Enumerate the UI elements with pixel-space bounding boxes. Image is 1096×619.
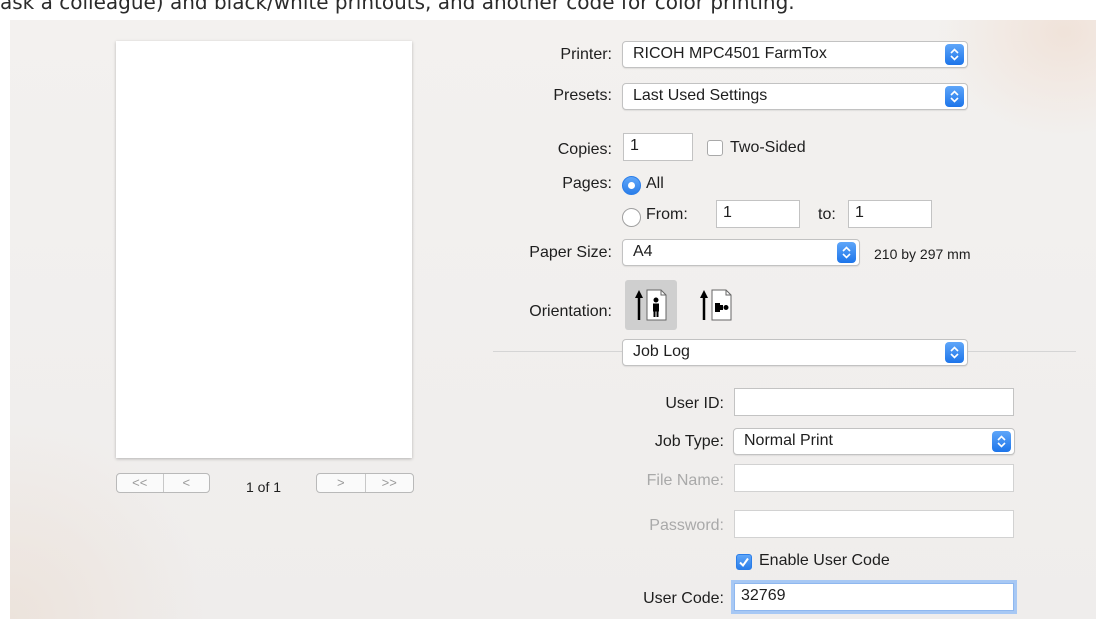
file-name-label: File Name:: [646, 472, 724, 489]
paper-size-select[interactable]: A4: [622, 239, 860, 266]
checkmark-icon: [739, 557, 749, 568]
enable-user-code-label: Enable User Code: [759, 552, 890, 569]
document-caption-text: ask a colleague) and black/white printou…: [0, 0, 795, 14]
chevron-updown-icon: [837, 242, 856, 263]
preview-back-buttons: << <: [116, 473, 210, 493]
paper-dimensions: 210 by 297 mm: [874, 246, 971, 262]
presets-value: Last Used Settings: [633, 87, 768, 104]
paper-size-value: A4: [633, 243, 653, 260]
printer-label: Printer:: [560, 46, 612, 63]
job-type-label: Job Type:: [654, 433, 724, 450]
print-dialog: << < 1 of 1 > >> Printer: RICOH MPC4501 …: [10, 20, 1096, 619]
landscape-orientation-icon: [700, 289, 732, 321]
pages-all-radio[interactable]: [622, 176, 641, 195]
pages-to-value: 1: [855, 204, 864, 221]
previous-page-button[interactable]: <: [162, 474, 210, 492]
preview-forward-buttons: > >>: [316, 473, 414, 493]
user-code-label: User Code:: [643, 590, 724, 607]
chevron-updown-icon: [992, 431, 1011, 452]
section-value: Job Log: [633, 343, 690, 360]
two-sided-checkbox[interactable]: [707, 140, 723, 156]
pages-to-field[interactable]: 1: [848, 200, 932, 228]
next-page-button[interactable]: >: [317, 474, 365, 492]
landscape-orientation-button[interactable]: [690, 280, 742, 330]
pages-label: Pages:: [562, 175, 612, 192]
presets-select[interactable]: Last Used Settings: [622, 83, 968, 110]
page-preview: [116, 41, 412, 458]
copies-label: Copies:: [557, 141, 612, 158]
copies-field[interactable]: 1: [623, 133, 693, 161]
first-page-button[interactable]: <<: [117, 474, 163, 492]
enable-user-code-checkbox[interactable]: [736, 554, 752, 570]
user-id-field[interactable]: [734, 388, 1014, 416]
portrait-orientation-button[interactable]: [625, 280, 677, 330]
printer-value: RICOH MPC4501 FarmTox: [633, 45, 827, 62]
user-code-value: 32769: [741, 587, 786, 604]
job-type-value: Normal Print: [744, 432, 833, 449]
chevron-updown-icon: [945, 44, 964, 65]
two-sided-label: Two-Sided: [730, 139, 806, 156]
job-type-select[interactable]: Normal Print: [733, 428, 1015, 455]
password-field[interactable]: [734, 510, 1014, 538]
orientation-label: Orientation:: [529, 303, 612, 320]
page-indicator: 1 of 1: [246, 479, 282, 495]
pages-to-label: to:: [818, 206, 836, 223]
paper-size-label: Paper Size:: [529, 244, 612, 261]
file-name-field[interactable]: [734, 464, 1014, 492]
portrait-orientation-icon: [635, 289, 667, 321]
user-id-label: User ID:: [665, 395, 724, 412]
copies-value: 1: [630, 137, 639, 154]
printer-select[interactable]: RICOH MPC4501 FarmTox: [622, 41, 968, 68]
pages-from-label: From:: [646, 206, 688, 223]
pages-from-radio[interactable]: [622, 208, 641, 227]
pages-from-field[interactable]: 1: [716, 200, 800, 228]
user-code-field[interactable]: 32769: [734, 583, 1014, 611]
chevron-updown-icon: [945, 86, 964, 107]
pages-from-value: 1: [723, 204, 732, 221]
pages-all-label: All: [646, 175, 664, 192]
chevron-updown-icon: [945, 342, 964, 363]
last-page-button[interactable]: >>: [364, 474, 414, 492]
presets-label: Presets:: [553, 87, 612, 104]
section-select[interactable]: Job Log: [622, 339, 968, 366]
password-label: Password:: [649, 517, 724, 534]
